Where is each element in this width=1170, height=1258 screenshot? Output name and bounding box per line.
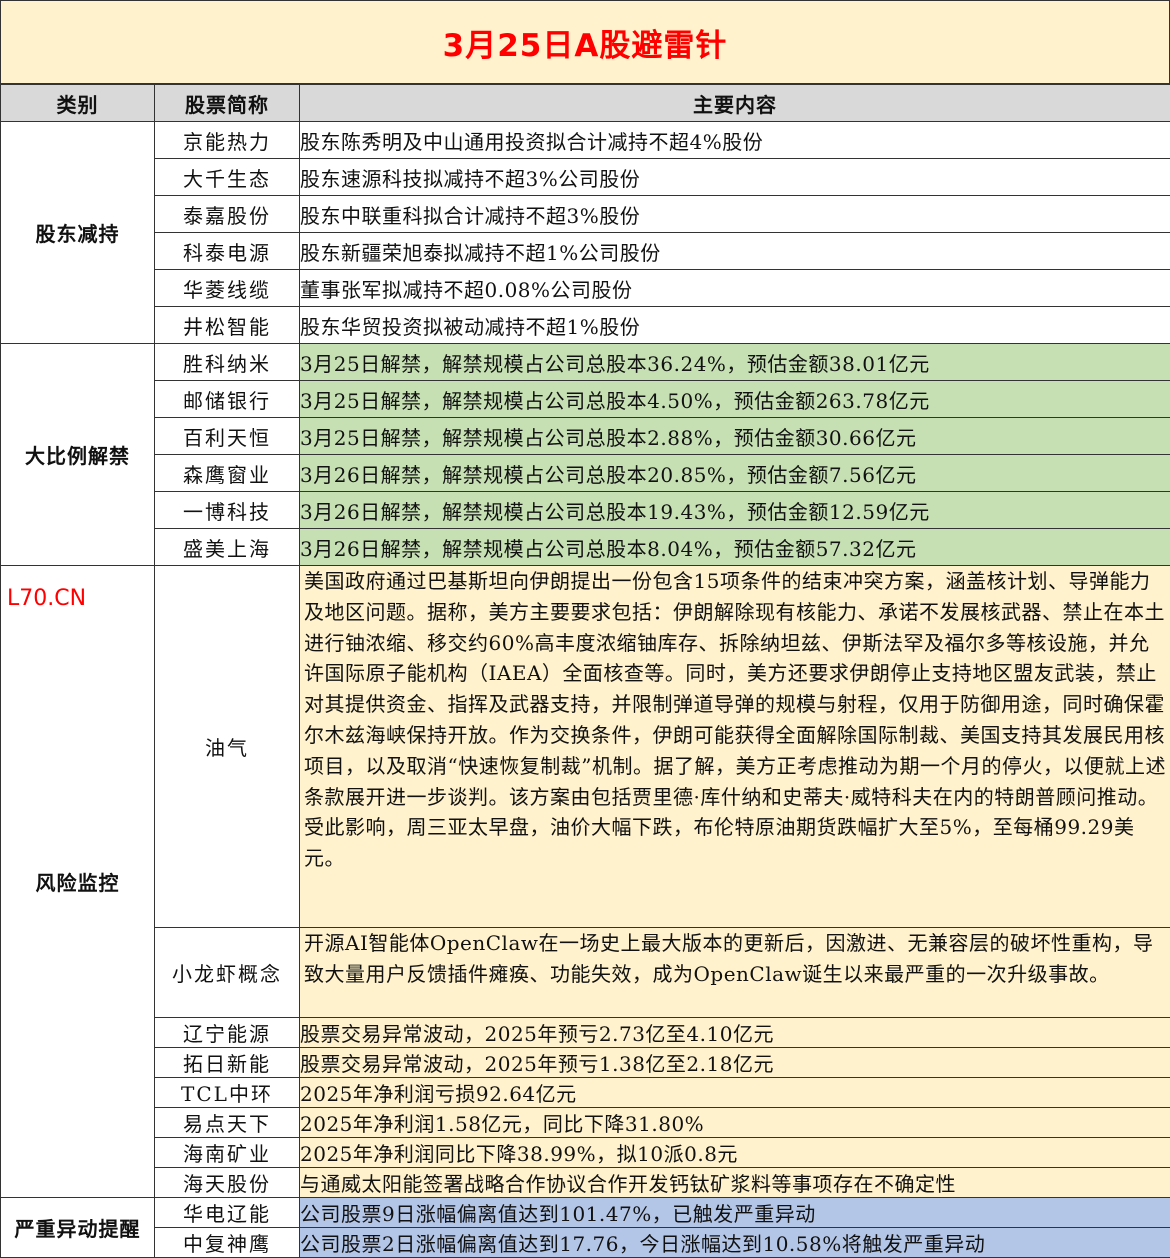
stock-name: 井松智能: [155, 307, 300, 344]
stock-name: 大千生态: [155, 159, 300, 196]
row-content: 股票交易异常波动，2025年预亏1.38亿至2.18亿元: [300, 1048, 1170, 1078]
category-unlock: 大比例解禁: [1, 344, 155, 566]
table-row: 盛美上海 3月26日解禁，解禁规模占公司总股本8.04%，预估金额57.32亿元: [1, 529, 1170, 566]
oil-paragraph: 美国政府通过巴基斯坦向伊朗提出一份包含15项条件的结束冲突方案，涵盖核计划、导弹…: [304, 566, 1168, 812]
table-row: 股东减持 京能热力 股东陈秀明及中山通用投资拟合计减持不超4%股份: [1, 122, 1170, 159]
oil-paragraph-2: 受此影响，周三亚太早盘，油价大幅下跌，布伦特原油期货跌幅扩大至5%，至每桶99.…: [304, 812, 1168, 874]
watermark-text: L70.CN: [7, 586, 86, 611]
row-content: 2025年净利润亏损92.64亿元: [300, 1078, 1170, 1108]
stock-name: 科泰电源: [155, 233, 300, 270]
row-content: 开源AI智能体OpenClaw在一场史上最大版本的更新后，因激进、无兼容层的破坏…: [300, 928, 1170, 1018]
row-content: 3月25日解禁，解禁规模占公司总股本4.50%，预估金额263.78亿元: [300, 381, 1170, 418]
stock-name: 百利天恒: [155, 418, 300, 455]
table-row: L70.CN 风险监控 油气 美国政府通过巴基斯坦向伊朗提出一份包含15项条件的…: [1, 566, 1170, 928]
row-content: 股东华贸投资拟被动减持不超1%股份: [300, 307, 1170, 344]
table-row: 严重异动提醒 华电辽能 公司股票9日涨幅偏离值达到101.47%，已触发严重异动: [1, 1198, 1170, 1228]
page-title: 3月25日A股避雷针: [0, 0, 1170, 84]
category-label: 大比例解禁: [25, 444, 130, 468]
stock-name: 森鹰窗业: [155, 455, 300, 492]
category-label: 股东减持: [36, 222, 120, 246]
row-content: 公司股票9日涨幅偏离值达到101.47%，已触发严重异动: [300, 1198, 1170, 1228]
row-content: 股东速源科技拟减持不超3%公司股份: [300, 159, 1170, 196]
row-content: 股东陈秀明及中山通用投资拟合计减持不超4%股份: [300, 122, 1170, 159]
table-row: 科泰电源 股东新疆荣旭泰拟减持不超1%公司股份: [1, 233, 1170, 270]
category-label: 严重异动提醒: [15, 1217, 141, 1241]
stock-name: 京能热力: [155, 122, 300, 159]
header-category: 类别: [1, 85, 155, 122]
table-row: 易点天下 2025年净利润1.58亿元，同比下降31.80%: [1, 1108, 1170, 1138]
table-row: 大千生态 股东速源科技拟减持不超3%公司股份: [1, 159, 1170, 196]
stock-name: 中复神鹰: [155, 1228, 300, 1258]
table-row: 华菱线缆 董事张军拟减持不超0.08%公司股份: [1, 270, 1170, 307]
table-row: 大比例解禁 胜科纳米 3月25日解禁，解禁规模占公司总股本36.24%，预估金额…: [1, 344, 1170, 381]
table-row: 辽宁能源 股票交易异常波动，2025年预亏2.73亿至4.10亿元: [1, 1018, 1170, 1048]
stock-name: 小龙虾概念: [155, 928, 300, 1018]
stock-name: 一博科技: [155, 492, 300, 529]
row-content: 股票交易异常波动，2025年预亏2.73亿至4.10亿元: [300, 1018, 1170, 1048]
stock-name: 拓日新能: [155, 1048, 300, 1078]
stock-name: 邮储银行: [155, 381, 300, 418]
row-content: 董事张军拟减持不超0.08%公司股份: [300, 270, 1170, 307]
row-content: 3月26日解禁，解禁规模占公司总股本20.85%，预估金额7.56亿元: [300, 455, 1170, 492]
category-label: 风险监控: [36, 871, 120, 895]
table-row: 拓日新能 股票交易异常波动，2025年预亏1.38亿至2.18亿元: [1, 1048, 1170, 1078]
header-stock: 股票简称: [155, 85, 300, 122]
row-content-oil: 美国政府通过巴基斯坦向伊朗提出一份包含15项条件的结束冲突方案，涵盖核计划、导弹…: [300, 566, 1170, 928]
row-content: 股东中联重科拟合计减持不超3%股份: [300, 196, 1170, 233]
row-content: 3月26日解禁，解禁规模占公司总股本19.43%，预估金额12.59亿元: [300, 492, 1170, 529]
stock-name: 华菱线缆: [155, 270, 300, 307]
table-row: 井松智能 股东华贸投资拟被动减持不超1%股份: [1, 307, 1170, 344]
stock-name: 泰嘉股份: [155, 196, 300, 233]
stock-name: 海南矿业: [155, 1138, 300, 1168]
table-row: 海南矿业 2025年净利润同比下降38.99%，拟10派0.8元: [1, 1138, 1170, 1168]
row-content: 3月25日解禁，解禁规模占公司总股本36.24%，预估金额38.01亿元: [300, 344, 1170, 381]
table-row: TCL中环 2025年净利润亏损92.64亿元: [1, 1078, 1170, 1108]
stock-name: 辽宁能源: [155, 1018, 300, 1048]
stock-name: 胜科纳米: [155, 344, 300, 381]
table-row: 邮储银行 3月25日解禁，解禁规模占公司总股本4.50%，预估金额263.78亿…: [1, 381, 1170, 418]
avoid-table: 类别 股票简称 主要内容 股东减持 京能热力 股东陈秀明及中山通用投资拟合计减持…: [0, 84, 1170, 1258]
row-content: 2025年净利润同比下降38.99%，拟10派0.8元: [300, 1138, 1170, 1168]
row-content: 与通威太阳能签署战略合作协议合作开发钙钛矿浆料等事项存在不确定性: [300, 1168, 1170, 1198]
table-row: 泰嘉股份 股东中联重科拟合计减持不超3%股份: [1, 196, 1170, 233]
category-severe: 严重异动提醒: [1, 1198, 155, 1258]
table-row: 海天股份 与通威太阳能签署战略合作协议合作开发钙钛矿浆料等事项存在不确定性: [1, 1168, 1170, 1198]
stock-name: TCL中环: [155, 1078, 300, 1108]
table-row: 小龙虾概念 开源AI智能体OpenClaw在一场史上最大版本的更新后，因激进、无…: [1, 928, 1170, 1018]
header-content: 主要内容: [300, 85, 1170, 122]
row-content: 3月26日解禁，解禁规模占公司总股本8.04%，预估金额57.32亿元: [300, 529, 1170, 566]
row-content: 2025年净利润1.58亿元，同比下降31.80%: [300, 1108, 1170, 1138]
table-row: 一博科技 3月26日解禁，解禁规模占公司总股本19.43%，预估金额12.59亿…: [1, 492, 1170, 529]
table-row: 森鹰窗业 3月26日解禁，解禁规模占公司总股本20.85%，预估金额7.56亿元: [1, 455, 1170, 492]
row-content: 公司股票2日涨幅偏离值达到17.76，今日涨幅达到10.58%将触发严重异动: [300, 1228, 1170, 1258]
stock-name: 油气: [155, 566, 300, 928]
stock-name: 海天股份: [155, 1168, 300, 1198]
stock-name: 华电辽能: [155, 1198, 300, 1228]
row-content: 股东新疆荣旭泰拟减持不超1%公司股份: [300, 233, 1170, 270]
header-row: 类别 股票简称 主要内容: [1, 85, 1170, 122]
category-reduce: 股东减持: [1, 122, 155, 344]
table-row: 中复神鹰 公司股票2日涨幅偏离值达到17.76，今日涨幅达到10.58%将触发严…: [1, 1228, 1170, 1258]
table-row: 百利天恒 3月25日解禁，解禁规模占公司总股本2.88%，预估金额30.66亿元: [1, 418, 1170, 455]
row-content: 3月25日解禁，解禁规模占公司总股本2.88%，预估金额30.66亿元: [300, 418, 1170, 455]
stock-name: 盛美上海: [155, 529, 300, 566]
category-risk: L70.CN 风险监控: [1, 566, 155, 1198]
stock-name: 易点天下: [155, 1108, 300, 1138]
